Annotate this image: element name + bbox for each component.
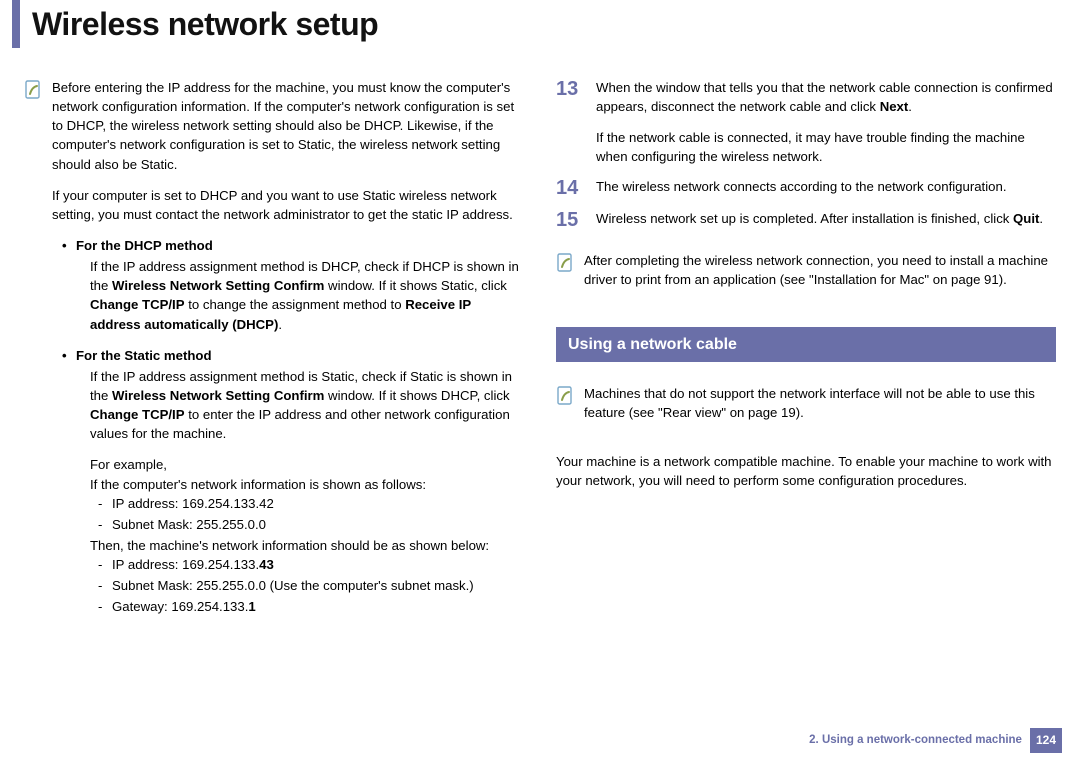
static-body: If the IP address assignment method is S…	[76, 367, 524, 617]
list-item: IP address: 169.254.133.42	[112, 494, 524, 513]
bold-text: 43	[259, 557, 274, 572]
step-14: 14 The wireless network connects accordi…	[556, 177, 1056, 199]
text: .	[908, 99, 912, 114]
note-icon	[556, 253, 574, 273]
step-body: When the window that tells you that the …	[596, 78, 1056, 167]
static-method-block: For the Static method If the IP address …	[52, 346, 524, 617]
right-column: 13 When the window that tells you that t…	[556, 78, 1056, 639]
note-block: Machines that do not support the network…	[556, 384, 1056, 434]
step-paragraph: Wireless network set up is completed. Af…	[596, 209, 1056, 228]
page-footer: 2. Using a network-connected machine 124	[809, 728, 1062, 753]
note-block: Before entering the IP address for the m…	[24, 78, 524, 627]
note-body: Machines that do not support the network…	[584, 384, 1056, 434]
bold-text: 1	[248, 599, 255, 614]
bold-text: Change TCP/IP	[90, 297, 185, 312]
text: window. If it shows DHCP, click	[324, 388, 509, 403]
note-icon	[24, 80, 42, 100]
bold-text: Quit	[1013, 211, 1039, 226]
example-lead: For example,	[90, 455, 524, 474]
example-machine-lead: Then, the machine's network information …	[90, 536, 524, 555]
list-item: Gateway: 169.254.133.1	[112, 597, 524, 616]
bold-text: Wireless Network Setting Confirm	[112, 388, 324, 403]
text: Gateway: 169.254.133.	[112, 599, 248, 614]
page-title: Wireless network setup	[32, 1, 378, 47]
bold-text: Wireless Network Setting Confirm	[112, 278, 324, 293]
computer-info-list: IP address: 169.254.133.42 Subnet Mask: …	[90, 494, 524, 534]
note-body: Before entering the IP address for the m…	[52, 78, 524, 627]
footer-page-number: 124	[1030, 728, 1062, 753]
static-body-text: If the IP address assignment method is S…	[90, 367, 524, 444]
step-paragraph: When the window that tells you that the …	[596, 78, 1056, 116]
step-number: 13	[556, 78, 586, 100]
step-paragraph: The wireless network connects according …	[596, 177, 1056, 196]
step-body: The wireless network connects according …	[596, 177, 1056, 196]
bold-text: Change TCP/IP	[90, 407, 185, 422]
note-paragraph: Before entering the IP address for the m…	[52, 78, 524, 174]
text: to change the assignment method to	[185, 297, 406, 312]
note-block: After completing the wireless network co…	[556, 251, 1056, 301]
section-heading-cable: Using a network cable	[556, 327, 1056, 362]
dhcp-method-block: For the DHCP method If the IP address as…	[52, 236, 524, 334]
text: IP address: 169.254.133.	[112, 557, 259, 572]
footer-chapter: 2. Using a network-connected machine	[809, 732, 1022, 749]
text: window. If it shows Static, click	[324, 278, 507, 293]
list-item: Subnet Mask: 255.255.0.0	[112, 515, 524, 534]
step-body: Wireless network set up is completed. Af…	[596, 209, 1056, 228]
text: .	[1039, 211, 1043, 226]
dhcp-body: If the IP address assignment method is D…	[76, 257, 524, 334]
note-body: After completing the wireless network co…	[584, 251, 1056, 301]
note-paragraph: After completing the wireless network co…	[584, 251, 1056, 289]
step-number: 14	[556, 177, 586, 199]
note-icon	[556, 386, 574, 406]
step-number: 15	[556, 209, 586, 231]
note-paragraph: Machines that do not support the network…	[584, 384, 1056, 422]
text: .	[278, 317, 282, 332]
step-paragraph: If the network cable is connected, it ma…	[596, 128, 1056, 166]
step-13: 13 When the window that tells you that t…	[556, 78, 1056, 167]
step-15: 15 Wireless network set up is completed.…	[556, 209, 1056, 231]
content-columns: Before entering the IP address for the m…	[0, 78, 1080, 639]
list-item: IP address: 169.254.133.43	[112, 555, 524, 574]
text: When the window that tells you that the …	[596, 80, 1053, 114]
note-paragraph: If your computer is set to DHCP and you …	[52, 186, 524, 224]
cable-body-paragraph: Your machine is a network compatible mac…	[556, 452, 1056, 490]
list-item: Subnet Mask: 255.255.0.0 (Use the comput…	[112, 576, 524, 595]
text: Wireless network set up is completed. Af…	[596, 211, 1013, 226]
dhcp-heading: For the DHCP method	[76, 236, 524, 255]
left-column: Before entering the IP address for the m…	[24, 78, 524, 639]
machine-info-list: IP address: 169.254.133.43 Subnet Mask: …	[90, 555, 524, 616]
title-accent	[12, 0, 20, 48]
page-title-bar: Wireless network setup	[0, 0, 1080, 48]
example-computer-lead: If the computer's network information is…	[90, 475, 524, 494]
bold-text: Next	[880, 99, 909, 114]
static-heading: For the Static method	[76, 346, 524, 365]
